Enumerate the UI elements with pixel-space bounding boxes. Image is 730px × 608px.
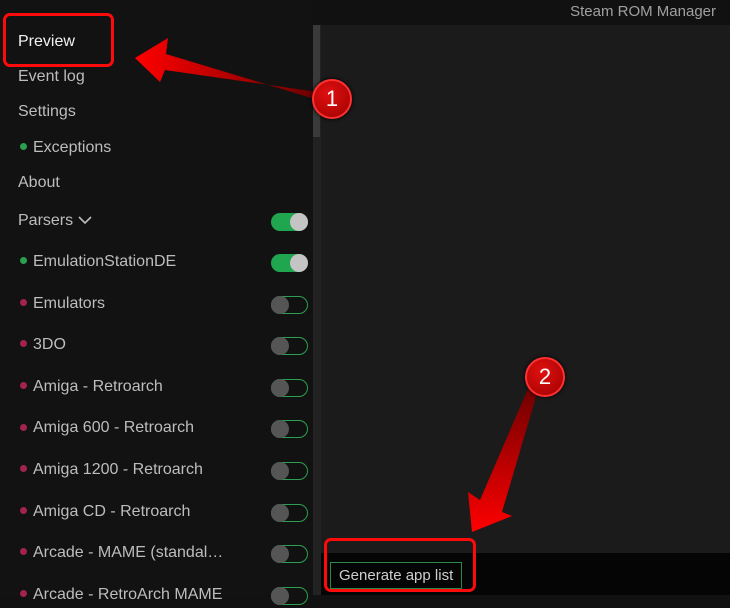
annotation-badge-2: 2 (525, 357, 565, 397)
arrow-1 (135, 38, 318, 100)
annotation-badge-1: 1 (312, 79, 352, 119)
annotation-arrows (135, 38, 538, 532)
highlight-generate (324, 538, 476, 592)
highlight-preview (3, 13, 114, 67)
arrow-2 (468, 384, 538, 532)
